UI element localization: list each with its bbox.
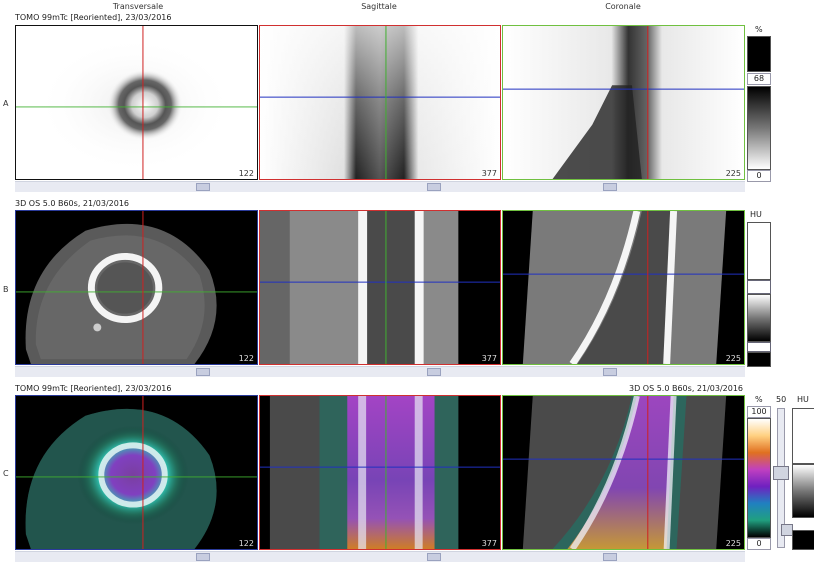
viewport-a-sagittal[interactable]: 377 bbox=[259, 25, 501, 180]
viewport-b-transversal[interactable]: 122 bbox=[15, 210, 258, 365]
scroll-thumb-c-coronal[interactable] bbox=[603, 553, 617, 561]
scale-b-handle-top[interactable] bbox=[747, 280, 771, 294]
scale-a-min: 0 bbox=[747, 170, 771, 182]
viewport-a-transversal[interactable]: 122 bbox=[15, 25, 258, 180]
scroll-thumb-b-transversal[interactable] bbox=[196, 368, 210, 376]
viewport-c-transversal[interactable]: 122 bbox=[15, 395, 258, 550]
ct-coronal-image bbox=[503, 211, 744, 364]
scale-c-ct-colorbar-top bbox=[792, 408, 814, 464]
pet-sagittal-image bbox=[260, 26, 500, 179]
scale-b-colorbar-top bbox=[747, 222, 771, 280]
slice-number-b-transversal: 122 bbox=[238, 354, 254, 363]
column-header-sagittal: Sagittale bbox=[361, 2, 397, 11]
scale-c-blend-slider[interactable] bbox=[773, 466, 789, 480]
row-a-series-label: TOMO 99mTc [Reoriented], 23/03/2016 bbox=[15, 13, 172, 22]
viewport-c-coronal[interactable]: 225 bbox=[502, 395, 745, 550]
scale-a-unit: % bbox=[755, 25, 763, 34]
viewport-b-sagittal[interactable]: 377 bbox=[259, 210, 501, 365]
column-header-transversal: Transversale bbox=[112, 2, 164, 11]
slice-number-a-coronal: 225 bbox=[725, 169, 741, 178]
pet-transversal-image bbox=[16, 26, 257, 179]
scale-a-level: 68 bbox=[747, 73, 771, 85]
fusion-coronal-image bbox=[503, 396, 744, 549]
scale-b-handle-bottom[interactable] bbox=[747, 342, 771, 352]
scale-b-unit: HU bbox=[750, 210, 762, 219]
scrollbar-b[interactable] bbox=[15, 366, 745, 377]
scale-c-unit-ct: HU bbox=[797, 395, 809, 404]
ct-transversal-image bbox=[16, 211, 257, 364]
scrollbar-c[interactable] bbox=[15, 551, 745, 562]
viewport-a-coronal[interactable]: 225 bbox=[502, 25, 745, 180]
pet-coronal-image bbox=[503, 26, 744, 179]
scale-a-colorbar[interactable] bbox=[747, 86, 771, 170]
scroll-thumb-a-sagittal[interactable] bbox=[427, 183, 441, 191]
scroll-thumb-b-sagittal[interactable] bbox=[427, 368, 441, 376]
ct-sagittal-image bbox=[260, 211, 500, 364]
row-c-series-label-right: 3D OS 5.0 B60s, 21/03/2016 bbox=[629, 384, 744, 393]
scale-b-colorbar[interactable] bbox=[747, 294, 771, 342]
column-header-coronal: Coronale bbox=[605, 2, 641, 11]
slice-number-c-sagittal: 377 bbox=[481, 539, 497, 548]
slice-number-b-sagittal: 377 bbox=[481, 354, 497, 363]
scale-c-blend-value: 50 bbox=[776, 395, 787, 404]
scale-c-unit-pet: % bbox=[755, 395, 763, 404]
scale-c-min: 0 bbox=[747, 538, 771, 550]
slice-number-b-coronal: 225 bbox=[725, 354, 741, 363]
scale-b-colorbar-bottom bbox=[747, 352, 771, 367]
row-c-label: C bbox=[3, 469, 9, 478]
scale-a-colorbar-top bbox=[747, 36, 771, 72]
scroll-thumb-c-sagittal[interactable] bbox=[427, 553, 441, 561]
viewport-c-sagittal[interactable]: 377 bbox=[259, 395, 501, 550]
fusion-sagittal-image bbox=[260, 396, 500, 549]
scroll-thumb-a-transversal[interactable] bbox=[196, 183, 210, 191]
row-b-label: B bbox=[3, 285, 9, 294]
fusion-transversal-image bbox=[16, 396, 257, 549]
scroll-thumb-c-transversal[interactable] bbox=[196, 553, 210, 561]
scale-c-pet-colorbar[interactable] bbox=[747, 418, 771, 538]
scale-c-ct-colorbar-bottom bbox=[792, 530, 814, 550]
scale-c-ct-colorbar[interactable] bbox=[792, 464, 814, 518]
scrollbar-a[interactable] bbox=[15, 181, 745, 192]
slice-number-c-transversal: 122 bbox=[238, 539, 254, 548]
slice-number-a-sagittal: 377 bbox=[481, 169, 497, 178]
slice-number-c-coronal: 225 bbox=[725, 539, 741, 548]
row-c-series-label-left: TOMO 99mTc [Reoriented], 23/03/2016 bbox=[15, 384, 172, 393]
scroll-thumb-a-coronal[interactable] bbox=[603, 183, 617, 191]
row-b-series-label: 3D OS 5.0 B60s, 21/03/2016 bbox=[15, 199, 130, 208]
scale-c-max: 100 bbox=[747, 406, 771, 418]
scroll-thumb-b-coronal[interactable] bbox=[603, 368, 617, 376]
row-a-label: A bbox=[3, 99, 9, 108]
slice-number-a-transversal: 122 bbox=[238, 169, 254, 178]
viewport-b-coronal[interactable]: 225 bbox=[502, 210, 745, 365]
